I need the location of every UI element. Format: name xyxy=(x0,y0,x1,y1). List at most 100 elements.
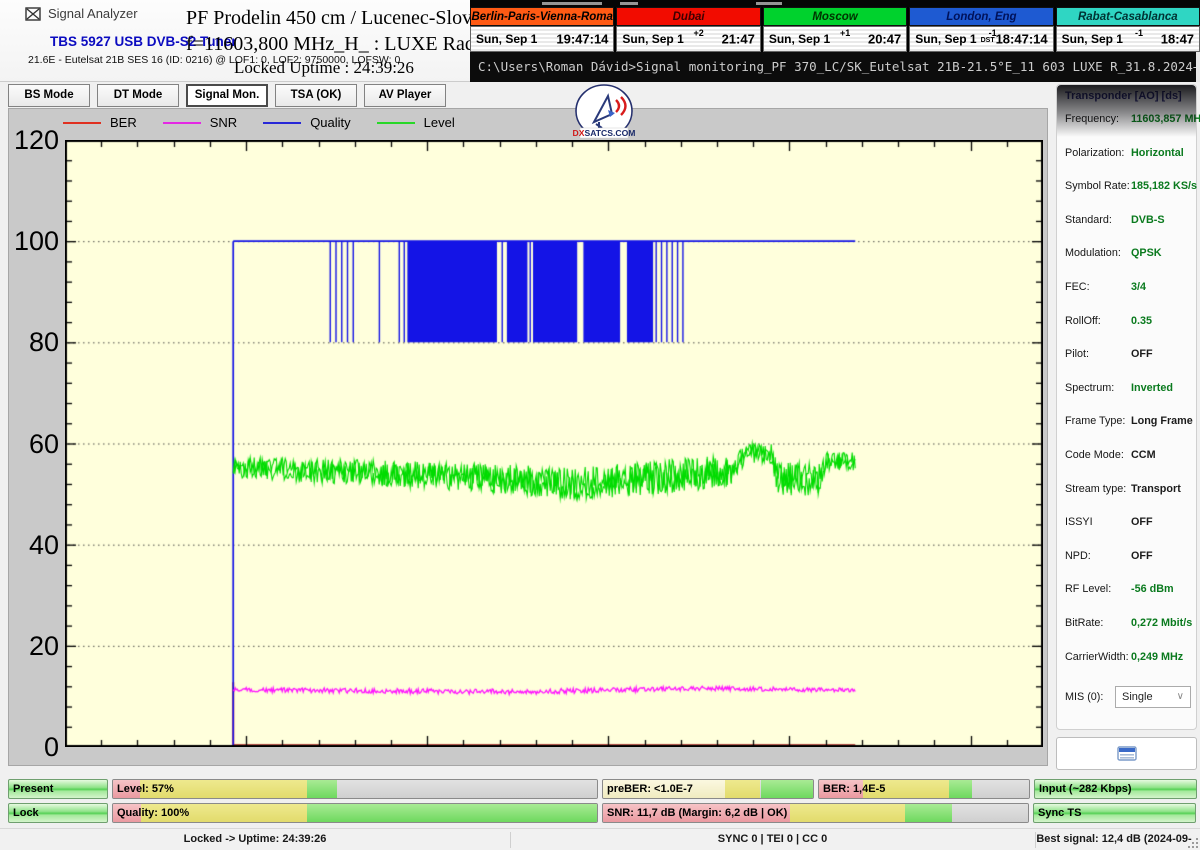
status-row-1: PresentLevel: 57%preBER: <1.0E-7BER: 1,4… xyxy=(8,779,1197,799)
sidebar-row-label: BitRate: xyxy=(1065,617,1131,629)
resize-grip[interactable] xyxy=(1184,834,1198,848)
statusbar-divider xyxy=(1035,832,1036,848)
title-fragment xyxy=(542,2,602,5)
sidebar-title: Transponder [AO] [ds] xyxy=(1065,90,1182,102)
clock-time-cell: Sun, Sep 118:47:14-1DST xyxy=(909,26,1053,52)
status-row-2: Lock Quality: 100% SNR: 11,7 dB (Margin: 6… xyxy=(8,803,1196,823)
sidebar-row-label: NPD: xyxy=(1065,550,1131,562)
clock-time: 18:47:14 xyxy=(996,32,1048,47)
bar-label: preBER: <1.0E-7 xyxy=(607,780,693,798)
legend-label: Level xyxy=(424,115,455,130)
dish-location-text: PF Prodelin 450 cm / Lucenec-Slovakia xyxy=(186,5,462,31)
tab-bs-mode[interactable]: BS Mode xyxy=(8,84,90,107)
bar-snr: SNR: 11,7 dB (Margin: 6,2 dB | OK) xyxy=(602,803,1029,823)
list-icon xyxy=(1117,746,1137,761)
legend-line-snr xyxy=(163,122,201,124)
statusbar-uptime: Locked -> Uptime: 24:39:26 xyxy=(0,829,510,850)
world-clock-panel[interactable]: Berlin-Paris-Vienna-RomaSun, Sep 119:47:… xyxy=(470,0,1200,52)
sidebar-row-label: Pilot: xyxy=(1065,348,1131,360)
clock-city-label: Dubai xyxy=(616,7,760,26)
y-axis-label: 80 xyxy=(9,328,59,356)
dxsatcs-logo: DXSATCS.COM xyxy=(572,84,636,140)
frequency-text: f=11603,800 MHz_H_ : LUXE Radio xyxy=(186,31,462,57)
clock-time: 21:47 xyxy=(722,32,755,47)
tab-av-player[interactable]: AV Player xyxy=(364,84,446,107)
sidebar-row-value: Inverted xyxy=(1131,382,1191,394)
badge-lock: Lock xyxy=(8,803,108,823)
chevron-down-icon: ∨ xyxy=(1177,687,1184,707)
sidebar-row-label: ISSYI xyxy=(1065,516,1131,528)
sidebar-row-label: Standard: xyxy=(1065,214,1131,226)
sidebar-row-label: Modulation: xyxy=(1065,247,1131,259)
clock-utc-offset: +1 xyxy=(840,28,850,38)
y-axis-label: 120 xyxy=(9,126,59,154)
sidebar-row-value: -56 dBm xyxy=(1131,583,1191,595)
logo-rest: SATCS.COM xyxy=(585,128,636,138)
sidebar-row-value: Transport xyxy=(1131,483,1191,495)
clock-date: Sun, Sep 1 xyxy=(915,32,976,46)
sidebar-row-value: Horizontal xyxy=(1131,147,1191,159)
clipped-window-title xyxy=(470,0,1200,7)
bar-segment-green xyxy=(307,780,337,798)
clock-time: 20:47 xyxy=(868,32,901,47)
sidebar-row-value: 185,182 KS/s xyxy=(1131,180,1197,192)
tab-signal-mon[interactable]: Signal Mon. xyxy=(186,84,268,107)
sidebar-row: Code Mode:CCM xyxy=(1065,449,1191,461)
statusbar-divider xyxy=(510,832,511,848)
y-axis-label: 100 xyxy=(9,227,59,255)
sidebar-row: NPD:OFF xyxy=(1065,550,1191,562)
app-icon xyxy=(25,6,41,22)
sidebar-row-label: RollOff: xyxy=(1065,315,1131,327)
sidebar-row-label: Polarization: xyxy=(1065,147,1131,159)
annotation-overlay: PF Prodelin 450 cm / Lucenec-Slovakia f=… xyxy=(186,5,462,78)
badge-input: Input (~282 Kbps) xyxy=(1034,779,1197,799)
statusbar-sync: SYNC 0 | TEI 0 | CC 0 xyxy=(510,829,1035,850)
sidebar-row: RollOff:0.35 xyxy=(1065,315,1191,327)
signal-chart-widget: BERSNRQualityLevel 020406080100120 xyxy=(8,108,1048,766)
sidebar-row-label: Symbol Rate: xyxy=(1065,180,1131,192)
command-prompt-window[interactable]: C:\Users\Roman Dávid>Signal monitoring_P… xyxy=(470,52,1200,82)
sidebar-row-label: CarrierWidth: xyxy=(1065,651,1131,663)
tab-dt-mode[interactable]: DT Mode xyxy=(97,84,179,107)
chart-canvas xyxy=(65,140,1043,747)
transponder-sidebar: Transponder [AO] [ds] Frequency:11603,85… xyxy=(1056,84,1197,730)
sidebar-row: Symbol Rate:185,182 KS/s xyxy=(1065,180,1191,192)
sidebar-row-label: Frequency: xyxy=(1065,113,1131,125)
sidebar-row-value: Long Frame xyxy=(1131,415,1193,427)
sidebar-row-label: RF Level: xyxy=(1065,583,1131,595)
sidebar-row-label: FEC: xyxy=(1065,281,1131,293)
bar-preber: preBER: <1.0E-7 xyxy=(602,779,814,799)
signal-analyzer-window: Signal Analyzer TBS 5927 USB DVB-S2 Tune… xyxy=(0,0,1200,850)
clock-time-cell: Sun, Sep 121:47+2 xyxy=(616,26,760,52)
window-title: Signal Analyzer xyxy=(48,6,138,21)
bar-label: Quality: 100% xyxy=(117,804,189,822)
bar-segment-track xyxy=(972,780,1029,798)
bar-quality: Quality: 100% xyxy=(112,803,598,823)
logo-dx: DX xyxy=(573,128,585,138)
tab-tsa[interactable]: TSA (OK) xyxy=(275,84,357,107)
clock-city-label: Moscow xyxy=(763,7,907,26)
transponder-list-button[interactable] xyxy=(1056,737,1197,770)
clock-column-dubai: DubaiSun, Sep 121:47+2 xyxy=(614,7,760,52)
legend-line-quality xyxy=(263,122,301,124)
clock-city-label: Berlin-Paris-Vienna-Roma xyxy=(470,7,614,26)
mis-select[interactable]: Single ∨ xyxy=(1115,686,1191,708)
cmd-scrollbar[interactable] xyxy=(1196,52,1200,82)
legend-label: SNR xyxy=(210,115,237,130)
clock-column-rabat: Rabat-CasablancaSun, Sep 118:47-1 xyxy=(1054,7,1200,52)
clock-columns: Berlin-Paris-Vienna-RomaSun, Sep 119:47:… xyxy=(470,7,1200,52)
sidebar-row: Pilot:OFF xyxy=(1065,348,1191,360)
sidebar-row: Modulation:QPSK xyxy=(1065,247,1191,259)
sidebar-row: Spectrum:Inverted xyxy=(1065,382,1191,394)
statusbar-best-signal: Best signal: 12,4 dB (2024-09-01 16:11) xyxy=(1035,829,1193,850)
sidebar-row-label: Code Mode: xyxy=(1065,449,1131,461)
sidebar-row: RF Level:-56 dBm xyxy=(1065,583,1191,595)
bar-label: Level: 57% xyxy=(117,780,174,798)
legend-line-ber xyxy=(63,122,101,124)
bar-level: Level: 57% xyxy=(112,779,598,799)
statusbar: Locked -> Uptime: 24:39:26 SYNC 0 | TEI … xyxy=(0,828,1200,850)
clock-utc-offset: -1 xyxy=(1135,28,1143,38)
legend-label: BER xyxy=(110,115,137,130)
sidebar-row: BitRate:0,272 Mbit/s xyxy=(1065,617,1191,629)
bar-segment-track xyxy=(952,804,1029,822)
